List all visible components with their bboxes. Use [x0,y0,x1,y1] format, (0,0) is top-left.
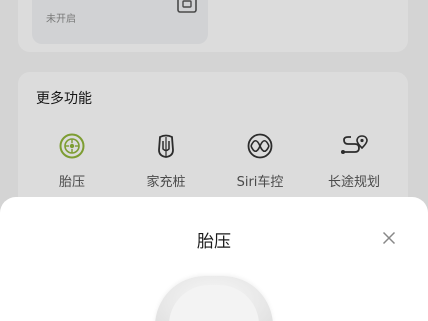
sheet-title: 胎压 [197,232,231,252]
bottom-sheet: 胎压 [0,197,428,321]
close-icon [382,231,396,245]
car-body [169,285,259,321]
close-button[interactable] [378,227,400,249]
app-screen: 未开启 更多功能 胎压 家充桩 Siri车控 长途规划 胎压 [0,0,428,321]
car-top-view-image [155,276,273,321]
